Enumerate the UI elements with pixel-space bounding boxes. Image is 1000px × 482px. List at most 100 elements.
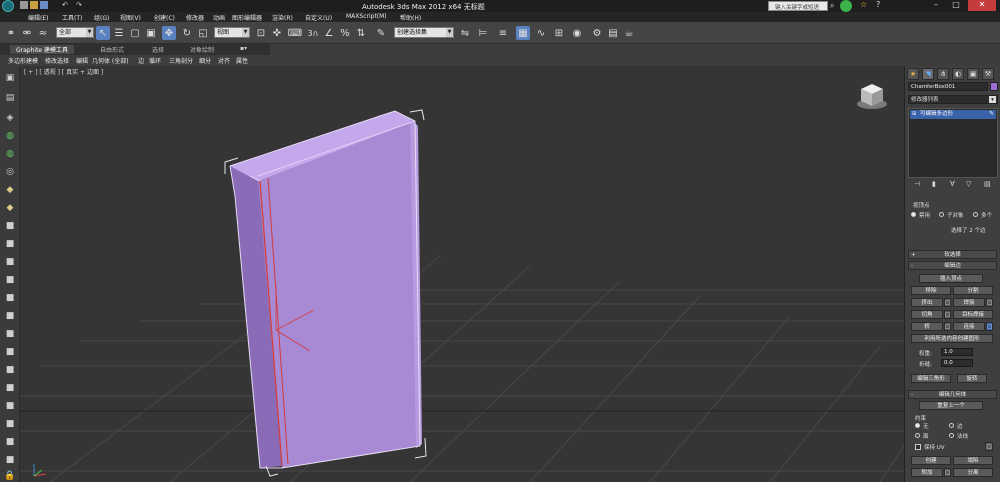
create-button[interactable]: 创建 <box>911 456 951 465</box>
chamfer-button[interactable]: 切角 <box>911 310 943 319</box>
bridge-settings-button[interactable]: □ <box>944 322 951 331</box>
edit-triangulation-button[interactable]: 编辑三角形 <box>911 374 951 383</box>
stack-item-edit-icon[interactable]: ✎ <box>989 110 994 117</box>
detach-button[interactable]: 分离 <box>953 468 993 477</box>
mirror-icon[interactable]: ⇋ <box>458 26 472 40</box>
lock-icon[interactable]: ■ <box>4 454 16 466</box>
modifier-list-dropdown[interactable]: 修改器列表 ▾ <box>908 95 998 104</box>
select-manipulate-icon[interactable]: ✜ <box>270 26 284 40</box>
radio-constraint-normal[interactable] <box>949 433 954 438</box>
display-icon[interactable]: ■ <box>4 220 16 232</box>
connect-settings-button[interactable]: □ <box>986 322 993 331</box>
pivot-center-icon[interactable]: ⊡ <box>254 26 268 40</box>
radio-constraint-none[interactable] <box>915 423 920 428</box>
menu-maxscript[interactable]: MAXScript(M) <box>346 13 387 20</box>
box-icon[interactable]: ■ <box>4 238 16 250</box>
rect-selection-icon[interactable]: ▢ <box>128 26 142 40</box>
teapot-icon[interactable]: ■ <box>4 310 16 322</box>
selection-set-icon[interactable]: ◎ <box>4 166 16 178</box>
configure-sets-icon[interactable]: ▤ <box>984 180 991 188</box>
minimize-icon[interactable]: – <box>928 0 944 11</box>
bind-spacewarp-icon[interactable]: ≈ <box>36 26 50 40</box>
ribbon-item-tris[interactable]: 三角剖分 <box>169 56 193 65</box>
isolate-icon[interactable]: ◍ <box>4 148 16 160</box>
utilities-tab-icon[interactable]: ⚒ <box>982 68 994 80</box>
select-move-icon[interactable]: ✥ <box>162 26 176 40</box>
pin-stack-icon[interactable]: ⊣ <box>914 180 920 188</box>
create-tab-icon[interactable]: ★ <box>907 68 919 80</box>
hierarchy-tab-icon[interactable]: ⋔ <box>937 68 949 80</box>
object-icon[interactable]: ▤ <box>4 92 16 104</box>
ribbon-item-subdivision[interactable]: 细分 <box>199 56 211 65</box>
angle-snap-icon[interactable]: ∠ <box>322 26 336 40</box>
link-icon[interactable]: ⚭ <box>4 26 18 40</box>
select-object-icon[interactable]: ↖ <box>96 26 110 40</box>
select-scale-icon[interactable]: ◱ <box>196 26 210 40</box>
split-button[interactable]: 分割 <box>953 286 993 295</box>
bridge-button[interactable]: 桥 <box>911 322 943 331</box>
edit-edges-rollout[interactable]: - 编辑边 <box>908 261 997 270</box>
tube-icon[interactable]: ■ <box>4 382 16 394</box>
edit-named-sets-icon[interactable]: ✎ <box>374 26 388 40</box>
collapse-button[interactable]: 塌陷 <box>953 456 993 465</box>
display-tab-icon[interactable]: ▣ <box>967 68 979 80</box>
favorites-icon[interactable]: ☆ <box>860 0 867 9</box>
light-icon[interactable]: ■ <box>4 436 16 448</box>
menu-views[interactable]: 视图(V) <box>120 13 141 22</box>
ribbon-options-icon[interactable]: ▪▾ <box>240 45 247 52</box>
chamfer-settings-button[interactable]: □ <box>944 310 951 319</box>
menu-animation[interactable]: 动画 <box>213 13 225 22</box>
reference-coord-dropdown[interactable]: 视图 ▼ <box>214 27 250 38</box>
undo-icon[interactable]: ↶ <box>62 1 70 9</box>
show-end-result-icon[interactable]: ▮ <box>932 180 936 188</box>
radio-disable[interactable] <box>911 212 916 217</box>
selection-filter-dropdown[interactable]: 全部 ▼ <box>56 27 94 38</box>
align-icon[interactable]: ⊨ <box>476 26 490 40</box>
open-file-icon[interactable] <box>30 1 38 9</box>
create-shape-button[interactable]: 利用所选内容创建图形 <box>911 334 993 343</box>
hide-icon[interactable]: ◆ <box>4 202 16 214</box>
radio-constraint-edge[interactable] <box>949 423 954 428</box>
app-logo-icon[interactable] <box>2 0 14 12</box>
redo-icon[interactable]: ↷ <box>76 1 84 9</box>
remove-button[interactable]: 移除 <box>911 286 951 295</box>
named-selection-dropdown[interactable]: 创建选择集 ▼ <box>394 27 454 38</box>
communication-center-icon[interactable] <box>840 0 852 12</box>
menu-tools[interactable]: 工具(T) <box>62 13 82 22</box>
graphite-toggle-icon[interactable]: ▦ <box>516 26 530 40</box>
menu-customize[interactable]: 自定义(U) <box>305 13 332 22</box>
torus-icon[interactable]: ■ <box>4 292 16 304</box>
menu-edit[interactable]: 编辑(E) <box>28 13 48 22</box>
motion-tab-icon[interactable]: ◐ <box>952 68 964 80</box>
menu-create[interactable]: 创建(C) <box>154 13 175 22</box>
rendered-frame-icon[interactable]: ▤ <box>606 26 620 40</box>
ribbon-item-properties[interactable]: 属性 <box>236 56 248 65</box>
close-icon[interactable]: ✕ <box>968 0 996 11</box>
menu-modifiers[interactable]: 修改器 <box>186 13 204 22</box>
maximize-icon[interactable]: □ <box>948 0 964 11</box>
ribbon-tab-graphite[interactable]: Graphite 建模工具 <box>10 45 75 54</box>
crease-spinner[interactable]: 0.0 <box>941 359 973 367</box>
menu-rendering[interactable]: 渲染(R) <box>272 13 293 22</box>
cylinder-icon[interactable]: ■ <box>4 274 16 286</box>
ribbon-item-edges[interactable]: 边 <box>138 56 144 65</box>
help-icon[interactable]: ? <box>876 0 880 9</box>
radio-constraint-face[interactable] <box>915 433 920 438</box>
modify-tab-icon[interactable]: ◥ <box>922 68 934 80</box>
ribbon-item-polygon-modeling[interactable]: 多边形建模 <box>8 56 38 65</box>
ribbon-item-edit[interactable]: 编辑 <box>76 56 88 65</box>
stack-item-editable-poly[interactable]: 可编辑多边形 <box>910 110 996 119</box>
freeze-icon[interactable]: ◆ <box>4 184 16 196</box>
weld-button[interactable]: 焊接 <box>953 298 985 307</box>
layer-icon[interactable]: ◍ <box>4 130 16 142</box>
material-editor-icon[interactable]: ◉ <box>570 26 584 40</box>
menu-group[interactable]: 组(G) <box>94 13 109 22</box>
menu-help[interactable]: 帮助(H) <box>400 13 421 22</box>
render-production-icon[interactable]: ☕ <box>622 26 636 40</box>
scene-explorer-icon[interactable]: ◈ <box>4 112 16 124</box>
radio-multiple[interactable] <box>973 212 978 217</box>
soft-selection-rollout[interactable]: + 软选择 <box>908 250 997 259</box>
unlink-icon[interactable]: ⚮ <box>20 26 34 40</box>
geosphere-icon[interactable]: ■ <box>4 364 16 376</box>
insert-vertex-button[interactable]: 插入顶点 <box>919 274 983 283</box>
